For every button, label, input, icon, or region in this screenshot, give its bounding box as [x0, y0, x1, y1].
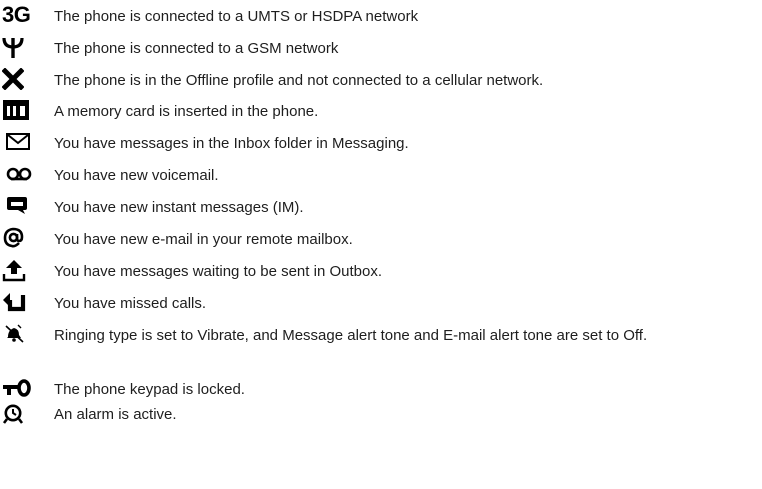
silent-icon: [2, 321, 42, 347]
3g-icon: 3G: [2, 2, 31, 27]
list-item-text: The phone is in the Offline profile and …: [54, 72, 544, 89]
list-item-text: You have new instant messages (IM).: [54, 199, 304, 216]
list-item-text: You have missed calls.: [54, 295, 207, 312]
instant-message-icon: [2, 193, 42, 219]
voicemail-icon: [2, 161, 42, 187]
list-item-text: Ringing type is set to Vibrate, and Mess…: [54, 327, 648, 344]
envelope-icon: [2, 129, 42, 155]
list-item-text: You have new e-mail in your remote mailb…: [54, 231, 353, 248]
memory-card-icon: [2, 97, 42, 123]
at-icon: [2, 225, 42, 251]
alarm-icon: [2, 400, 42, 426]
list-item-text: You have new voicemail.: [54, 167, 219, 184]
list-item-text: The phone is connected to a UMTS or HSDP…: [54, 8, 419, 25]
list-item-text: You have messages in the Inbox folder in…: [54, 135, 409, 152]
list-item-text: A memory card is inserted in the phone.: [54, 103, 319, 120]
list-item-text: The phone keypad is locked.: [54, 381, 245, 398]
keypad-lock-icon: [2, 375, 42, 401]
list-item-text: An alarm is active.: [54, 406, 177, 423]
outbox-icon: [2, 257, 42, 283]
missed-call-icon: [2, 289, 42, 315]
antenna-icon: [2, 34, 42, 60]
list-item-text: You have messages waiting to be sent in …: [54, 263, 382, 280]
offline-x-icon: [2, 66, 42, 92]
list-item-text: The phone is connected to a GSM network: [54, 40, 339, 57]
